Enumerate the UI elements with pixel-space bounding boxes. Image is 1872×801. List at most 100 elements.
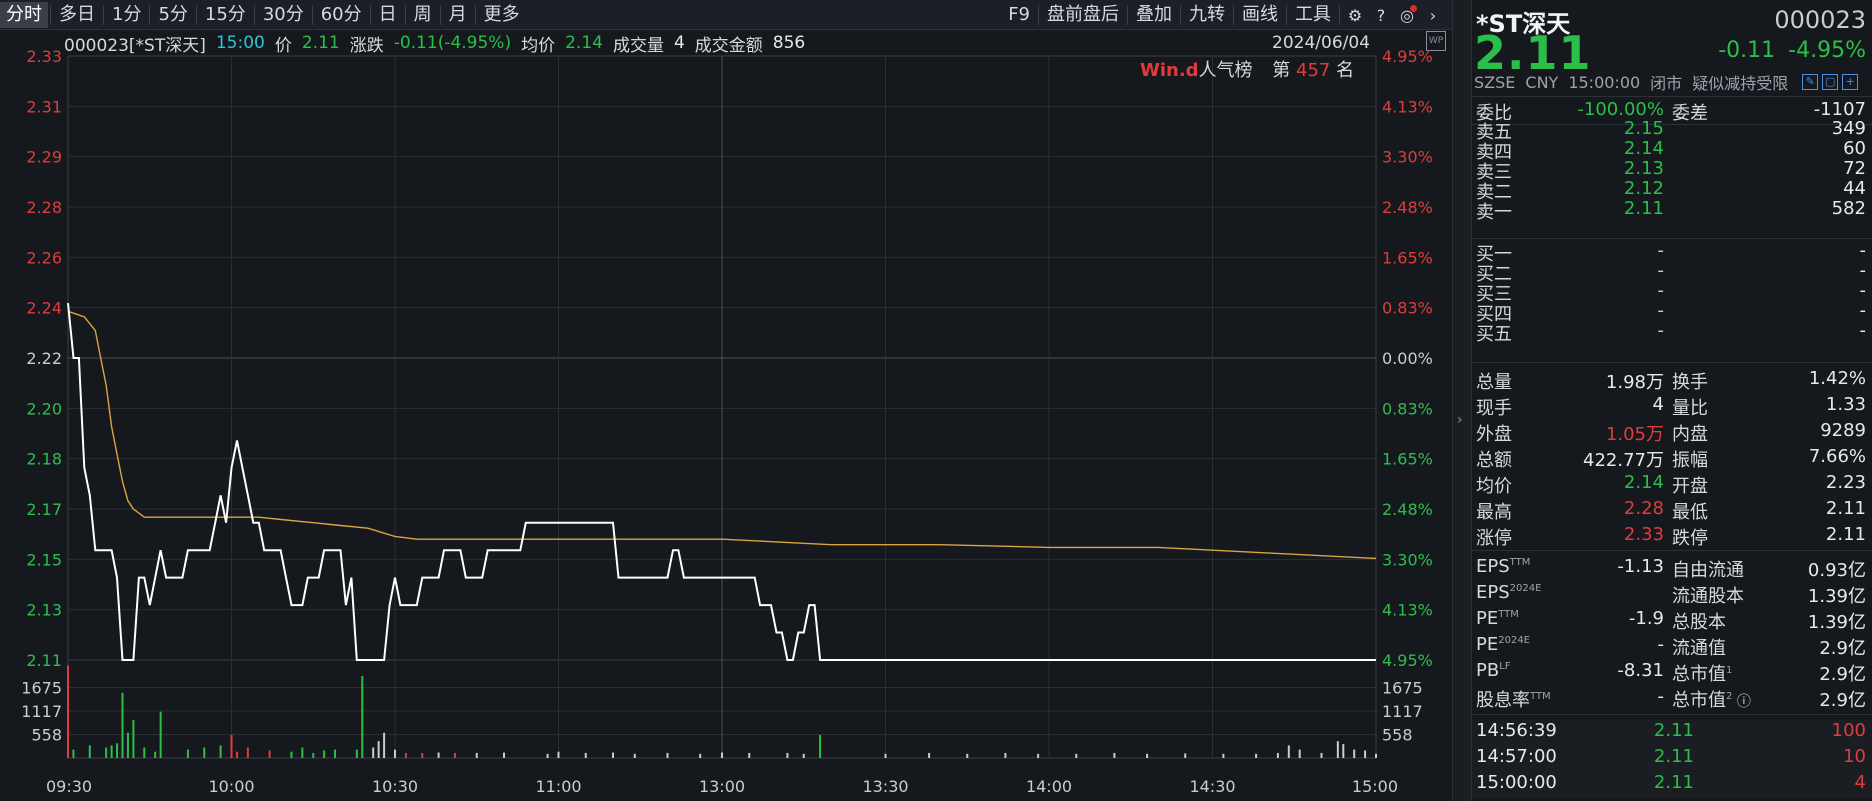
tick-volume: 4 (1854, 772, 1866, 793)
stat-label: 外盘 (1476, 424, 1512, 445)
stat-label: 均价 (1476, 476, 1512, 497)
price-tick-label: 2.33 (26, 47, 62, 66)
tick-row[interactable]: 14:56:39 2.11 100 (1472, 720, 1872, 746)
popularity-rank[interactable]: Win.d人气榜 第 457 名 (1140, 56, 1354, 82)
weicha-value: -1107 (1813, 99, 1866, 120)
asks-price: 2.11 (1623, 198, 1664, 219)
intraday-chart[interactable]: 2.33 4.95% 2.31 4.13% 2.29 3.30% 2.28 2.48% 2.26… (0, 0, 1452, 801)
tick-time: 14:56:39 (1476, 720, 1557, 741)
time-tick-label: 13:00 (699, 777, 745, 796)
stat-label: 现手 (1476, 398, 1512, 419)
stock-code: 000023 (1774, 6, 1866, 34)
fundamental-value: 2.9亿 (1819, 638, 1866, 659)
asks-label: 卖一 (1476, 202, 1512, 223)
weibi-value: -100.00% (1577, 99, 1664, 120)
fundamental-label: 自由流通 (1672, 556, 1744, 582)
quote-header: *ST深天 000023 2.11 -0.11 -4.95% SZSE CNY 15… (1472, 0, 1872, 96)
fundamental-value: 0.93亿 (1807, 560, 1866, 581)
price-tick-label: 2.17 (26, 500, 62, 519)
asks-price: 2.15 (1623, 118, 1664, 139)
time-tick-label: 15:00 (1352, 777, 1398, 796)
fundamental-label: 流通股本 (1672, 582, 1744, 608)
stat-label: 量比 (1672, 398, 1708, 419)
price-tick-label: 2.31 (26, 97, 62, 116)
tick-row[interactable]: 15:00:00 2.11 4 (1472, 772, 1872, 798)
stat-value: 4 (1652, 394, 1664, 415)
divider (1472, 96, 1872, 97)
fundamental-value: 2.9亿 (1819, 690, 1866, 711)
info-icon[interactable]: ⓘ (1732, 694, 1751, 710)
stat-value: 2.11 (1825, 498, 1866, 519)
time-tick-label: 14:00 (1026, 777, 1072, 796)
meta-item-1: CNY (1525, 72, 1559, 92)
asks-price: 2.13 (1623, 158, 1664, 179)
fundamental-label: PBLF (1476, 660, 1511, 681)
asks-volume: 72 (1843, 158, 1866, 179)
tick-volume: 100 (1831, 720, 1866, 741)
asks-price: 2.12 (1623, 178, 1664, 199)
asks-volume: 582 (1831, 198, 1866, 219)
bids-price: - (1657, 280, 1665, 301)
bids-label: 买五 (1476, 324, 1512, 345)
asks-row: 卖一 2.11 582 (1472, 198, 1872, 223)
fundamental-row: EPS2024E 流通股本 1.39亿 (1472, 582, 1872, 608)
stat-row: 最高 2.28 最低 2.11 (1472, 498, 1872, 523)
bids-row: 买五 - - (1472, 320, 1872, 345)
fundamental-label-text: 流通股本 (1672, 586, 1744, 607)
pct-tick-label: 4.13% (1382, 97, 1433, 116)
price-tick-label: 2.22 (26, 349, 62, 368)
fundamental-row: EPSTTM -1.13 自由流通 0.93亿 (1472, 556, 1872, 582)
meta-item-0: SZSE (1474, 72, 1516, 92)
bids-volume: - (1859, 260, 1867, 281)
pct-tick-label: 3.30% (1382, 550, 1433, 569)
bids-volume: - (1859, 320, 1867, 341)
time-tick-label: 09:30 (46, 777, 92, 796)
bids-price: - (1657, 260, 1665, 281)
fundamental-row: PE2024E - 流通值 2.9亿 (1472, 634, 1872, 659)
tick-volume: 10 (1843, 746, 1866, 767)
fundamental-label-sup: TTM (1509, 557, 1531, 568)
fundamental-value: -1.9 (1628, 608, 1664, 629)
asks-volume: 44 (1843, 178, 1866, 199)
stat-label: 总额 (1476, 450, 1512, 471)
tick-price: 2.11 (1653, 746, 1694, 767)
stat-value: 9289 (1820, 420, 1866, 441)
stat-row: 现手 4 量比 1.33 (1472, 394, 1872, 419)
pct-tick-label: 3.30% (1382, 148, 1433, 167)
fundamental-value: - (1657, 634, 1665, 655)
pct-tick-label: 2.48% (1382, 500, 1433, 519)
edit-icon[interactable]: ✎ (1802, 74, 1819, 90)
volume-tick-label: 558 (1382, 726, 1413, 745)
stat-label: 最低 (1672, 502, 1708, 523)
stat-value: 422.77万 (1583, 450, 1664, 471)
pct-tick-label: 4.13% (1382, 601, 1433, 620)
price-change: -0.11 -4.95% (1718, 38, 1866, 63)
stat-value: 2.11 (1825, 524, 1866, 545)
bids-price: - (1657, 240, 1665, 261)
stat-label: 开盘 (1672, 476, 1708, 497)
chevron-right-icon[interactable]: › (1457, 412, 1463, 428)
price-tick-label: 2.15 (26, 550, 62, 569)
tick-row[interactable]: 14:57:00 2.11 10 (1472, 746, 1872, 772)
fundamental-label-text: PB (1476, 660, 1500, 681)
pct-tick-label: 0.83% (1382, 299, 1433, 318)
window-icon[interactable]: ▢ (1822, 74, 1839, 90)
fundamental-label: PE2024E (1476, 634, 1530, 655)
price-tick-label: 2.28 (26, 198, 62, 217)
add-icon[interactable]: + (1842, 74, 1859, 90)
tick-time: 15:00:00 (1476, 772, 1557, 793)
stat-label: 振幅 (1672, 450, 1708, 471)
pct-tick-label: 0.83% (1382, 399, 1433, 418)
panel-collapse-strip[interactable]: › (1452, 0, 1472, 801)
pct-tick-label: 2.48% (1382, 198, 1433, 217)
meta-item-4: 疑似减持受限 (1692, 74, 1789, 93)
fundamental-label: 总股本 (1672, 608, 1726, 634)
fundamental-row: 股息率TTM - 总市值2 ⓘ 2.9亿 (1472, 686, 1872, 711)
fundamental-label-text: 总市值 (1672, 664, 1726, 685)
fundamental-row: PETTM -1.9 总股本 1.39亿 (1472, 608, 1872, 634)
stat-label: 跌停 (1672, 528, 1708, 549)
popularity-label: 人气榜 (1198, 60, 1253, 81)
bids-volume: - (1859, 280, 1867, 301)
fundamental-value: 1.39亿 (1807, 612, 1866, 633)
fundamental-label: EPSTTM (1476, 556, 1530, 577)
